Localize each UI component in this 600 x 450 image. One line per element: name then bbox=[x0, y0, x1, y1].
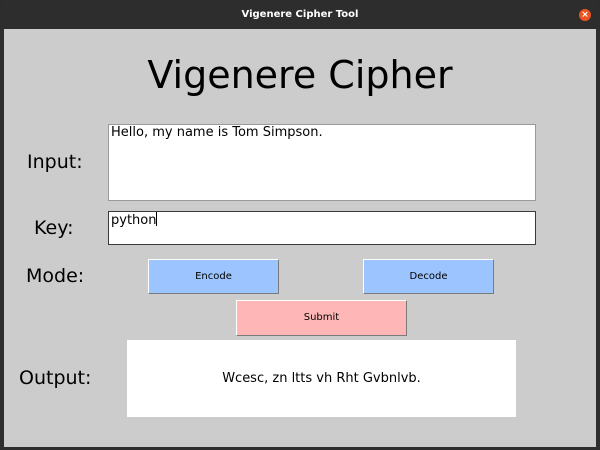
submit-button[interactable]: Submit bbox=[236, 300, 407, 336]
key-field[interactable]: python bbox=[108, 211, 536, 245]
input-label: Input: bbox=[27, 151, 83, 173]
input-text-area[interactable]: Hello, my name is Tom Simpson. bbox=[108, 124, 536, 201]
close-button[interactable]: × bbox=[579, 9, 591, 21]
encode-button[interactable]: Encode bbox=[148, 259, 279, 294]
titlebar[interactable]: Vigenere Cipher Tool × bbox=[0, 0, 600, 29]
app-window: Vigenere Cipher Tool × Vigenere Cipher I… bbox=[0, 0, 600, 450]
key-text: python bbox=[111, 213, 157, 228]
output-text: Wcesc, zn ltts vh Rht Gvbnlvb. bbox=[222, 371, 421, 386]
main-panel: Vigenere Cipher Input: Hello, my name is… bbox=[4, 29, 596, 447]
page-title: Vigenere Cipher bbox=[147, 53, 453, 97]
mode-label: Mode: bbox=[26, 265, 85, 287]
input-text: Hello, my name is Tom Simpson. bbox=[111, 125, 323, 140]
close-icon: × bbox=[581, 10, 589, 20]
output-label: Output: bbox=[19, 367, 92, 389]
window-title: Vigenere Cipher Tool bbox=[241, 9, 359, 20]
output-display: Wcesc, zn ltts vh Rht Gvbnlvb. bbox=[127, 340, 516, 417]
text-caret bbox=[156, 212, 158, 226]
decode-button[interactable]: Decode bbox=[363, 259, 494, 294]
key-label: Key: bbox=[34, 217, 74, 239]
